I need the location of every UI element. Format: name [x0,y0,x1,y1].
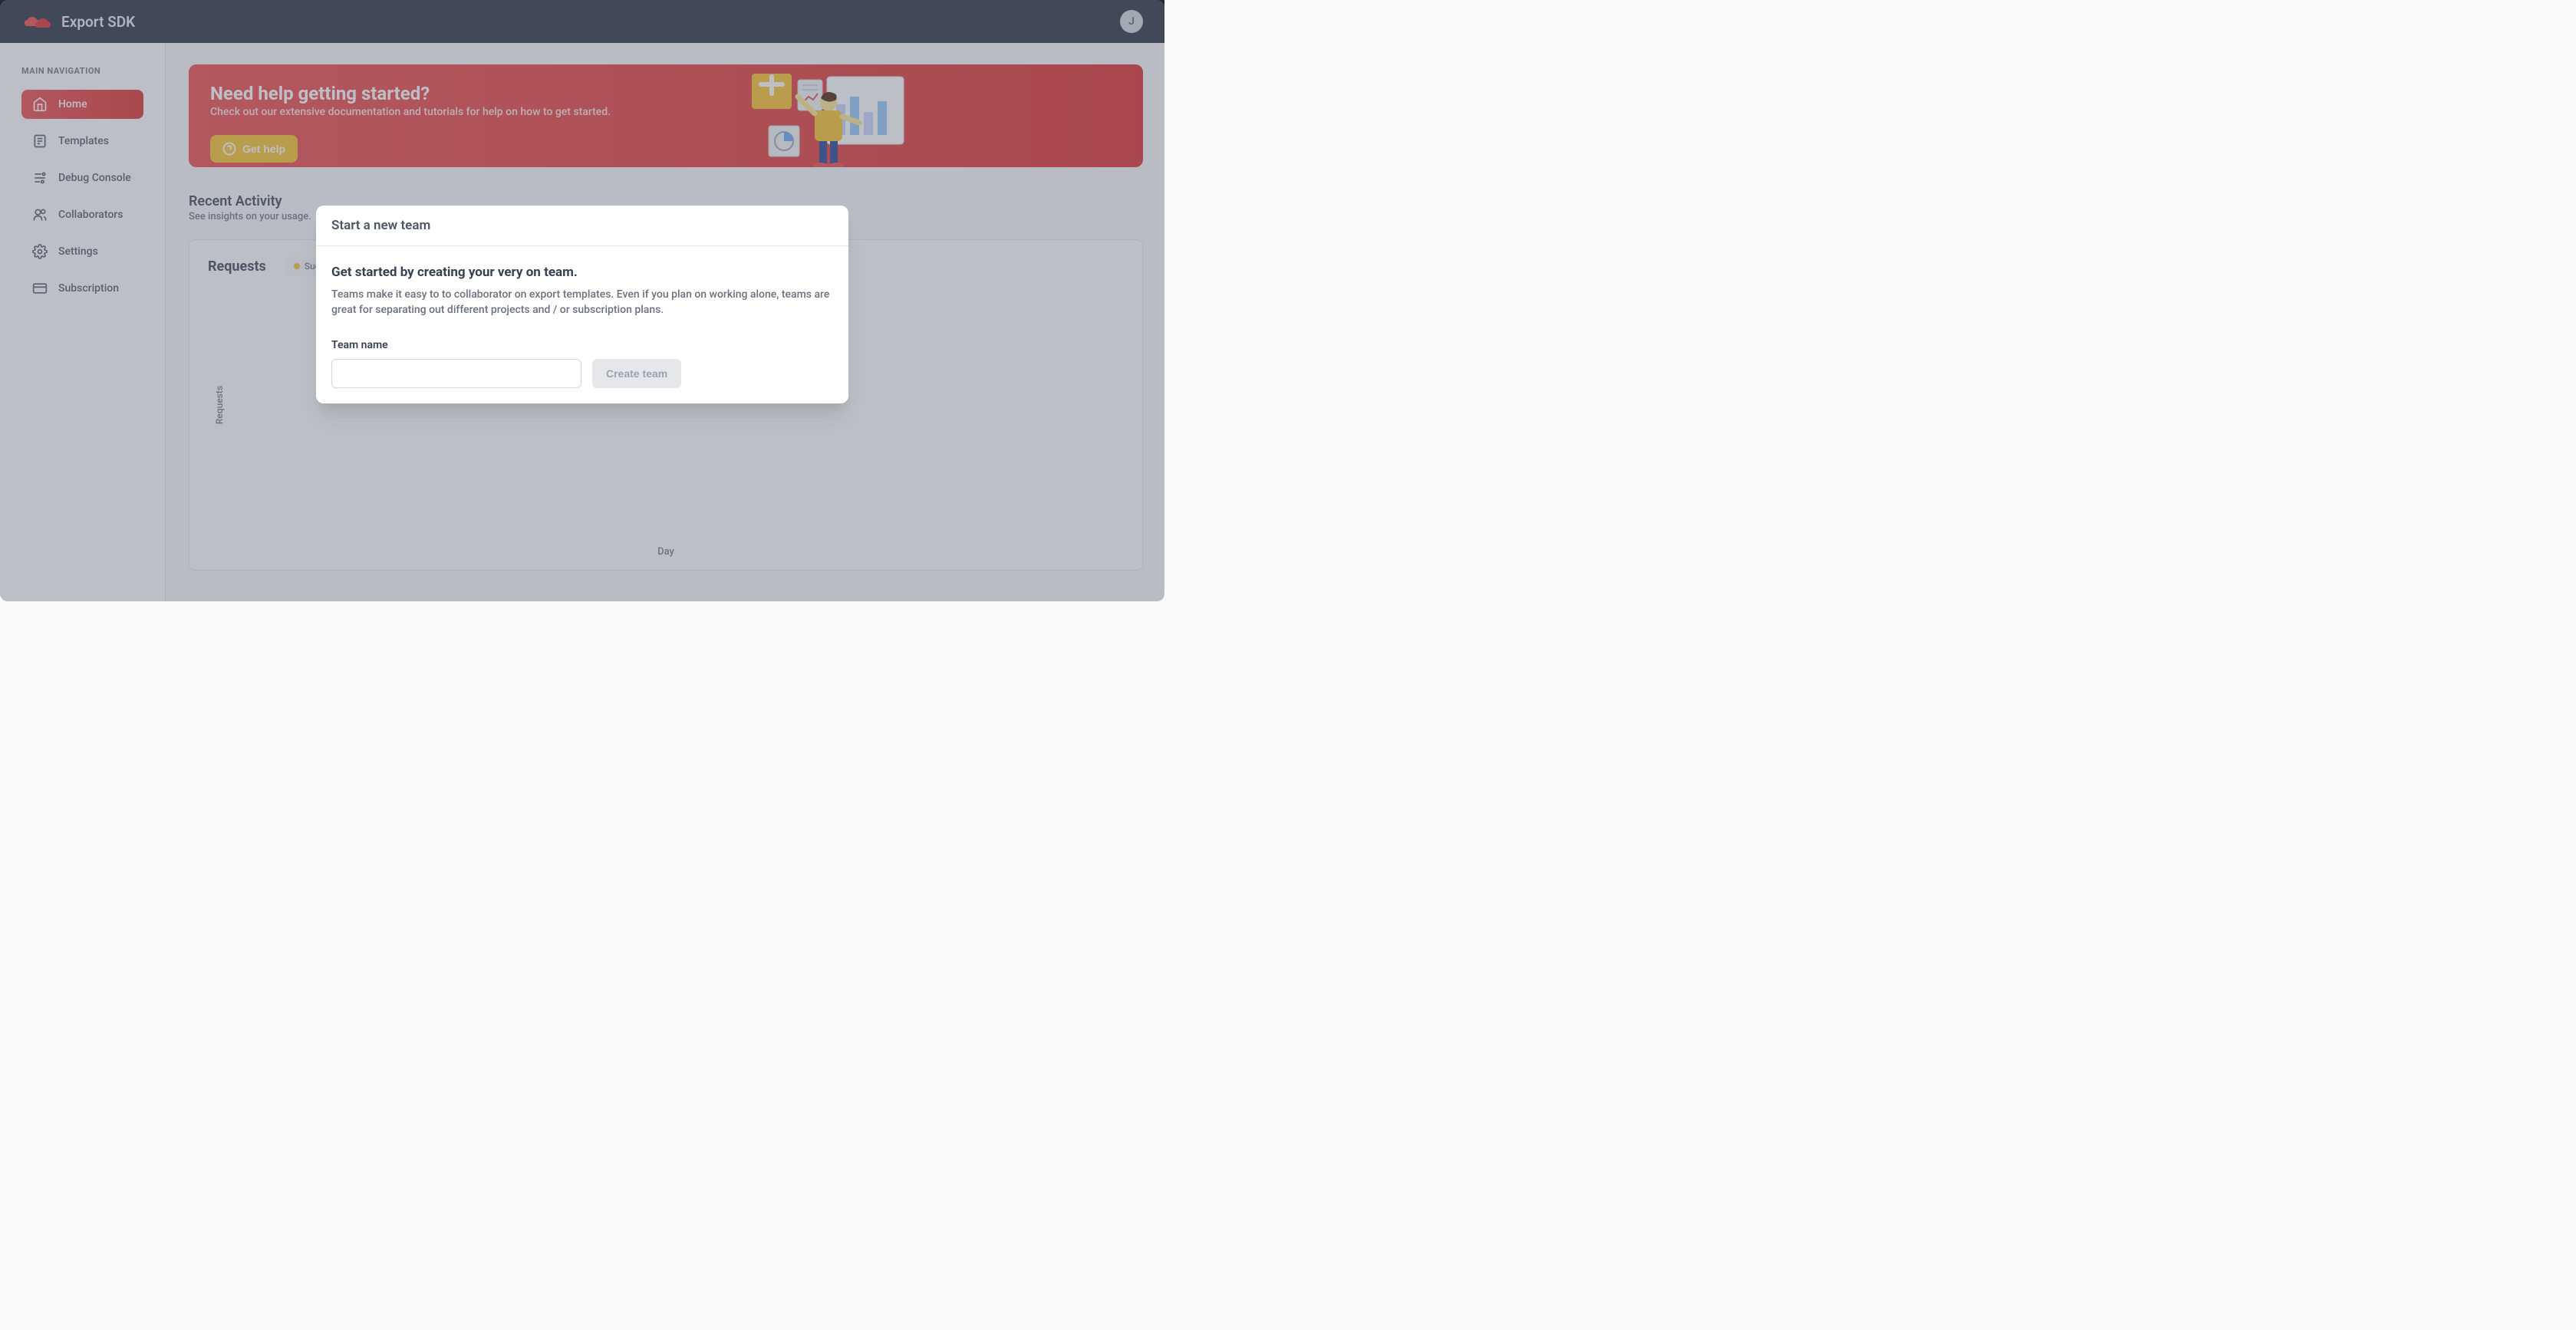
modal-body-desc: Teams make it easy to to collaborator on… [331,288,833,318]
create-team-modal: Start a new team Get started by creating… [316,206,848,403]
team-name-input[interactable] [331,359,581,388]
modal-body-title: Get started by creating your very on tea… [331,265,833,280]
modal-header-title: Start a new team [331,218,833,233]
form-row: Create team [331,359,833,388]
team-name-label: Team name [331,339,833,351]
modal-overlay[interactable]: Start a new team Get started by creating… [0,0,1164,601]
modal-body: Get started by creating your very on tea… [316,246,848,403]
modal-header: Start a new team [316,206,848,246]
create-team-button[interactable]: Create team [592,359,681,388]
